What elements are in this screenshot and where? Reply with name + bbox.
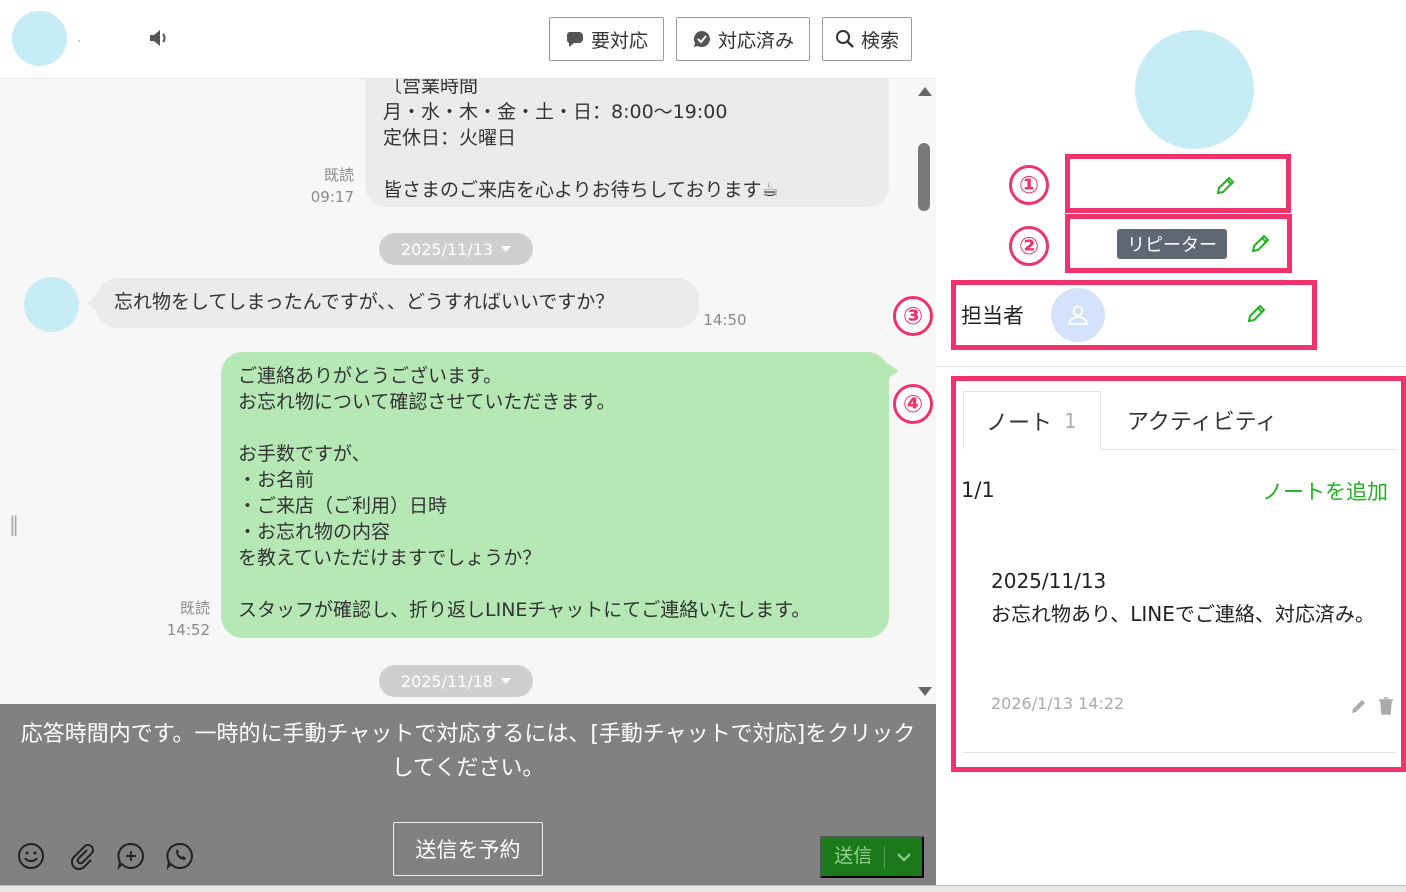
tab-notes[interactable]: ノート 1 <box>963 391 1101 449</box>
highlight-box-name <box>1065 154 1291 213</box>
chat-pane: 要対応 対応済み 検索 〔営業時間 月・水・木・金・土・日：8:00〜19:00… <box>0 0 936 892</box>
note-text: お忘れ物あり、LINEでご連絡、対応済み。 <box>991 602 1375 626</box>
chevron-down-icon <box>501 246 512 252</box>
resolved-button[interactable]: 対応済み <box>676 17 810 61</box>
contact-avatar-small[interactable] <box>24 277 79 332</box>
message-meta: 既読 14:52 <box>156 597 210 641</box>
needs-action-button[interactable]: 要対応 <box>549 17 664 61</box>
message-partial-line: 〔営業時間 <box>383 79 479 97</box>
tag-repeater[interactable]: リピーター <box>1117 229 1227 259</box>
bubble-tail <box>887 363 899 379</box>
scroll-thumb[interactable] <box>918 143 930 211</box>
annotation-number-4: ④ <box>893 384 933 424</box>
send-label: 送信 <box>822 846 886 868</box>
tab-activity[interactable]: アクティビティ <box>1127 391 1277 449</box>
search-label: 検索 <box>860 30 899 52</box>
annotation-number-3: ③ <box>893 296 933 336</box>
note-divider <box>963 752 1395 753</box>
send-button[interactable]: 送信 <box>820 836 924 878</box>
resolved-label: 対応済み <box>717 30 794 52</box>
message-meta: 既読 09:17 <box>300 164 354 208</box>
note-item: 2025/11/13 お忘れ物あり、LINEでご連絡、対応済み。 <box>991 565 1386 631</box>
contact-name-placeholder <box>78 40 80 42</box>
date-label: 2025/11/13 <box>400 239 494 259</box>
message-text: 忘れ物をしてしまったんですが、、どうすればいいですか？ <box>114 291 615 313</box>
window-bottom-edge <box>0 885 1406 892</box>
search-icon <box>835 30 854 48</box>
message-text: ご連絡ありがとうございます。 お忘れ物について確認させていただきます。 お手数で… <box>238 365 811 621</box>
message-time: 14:52 <box>166 621 210 639</box>
date-separator[interactable]: 2025/11/18 <box>379 665 533 697</box>
emoji-icon[interactable] <box>16 841 46 871</box>
message-line: 月・水・木・金・土・日：8:00〜19:00 <box>383 101 728 123</box>
read-status: 既読 <box>323 166 354 184</box>
speech-bubble-icon <box>566 32 583 47</box>
edit-name-pencil-icon[interactable] <box>1214 175 1236 197</box>
contact-avatar[interactable] <box>12 11 67 66</box>
delete-note-trash-icon[interactable] <box>1378 697 1394 715</box>
assignee-avatar[interactable] <box>1051 288 1105 342</box>
note-page-indicator: 1/1 <box>961 478 995 502</box>
speaker-icon[interactable] <box>148 28 170 48</box>
add-note-link[interactable]: ノートを追加 <box>1262 476 1388 506</box>
user-icon <box>1067 305 1089 325</box>
message-list[interactable]: 〔営業時間 月・水・木・金・土・日：8:00〜19:00 定休日：火曜日 皆さま… <box>0 79 936 704</box>
needs-action-label: 要対応 <box>590 30 648 52</box>
edit-assignee-pencil-icon[interactable] <box>1245 303 1267 325</box>
send-options-chevron-icon[interactable] <box>885 852 922 862</box>
tab-notes-count: 1 <box>1064 408 1077 433</box>
message-time: 09:17 <box>310 188 354 206</box>
read-status: 既読 <box>179 599 210 617</box>
scroll-down-arrow[interactable] <box>918 687 932 696</box>
profile-avatar[interactable] <box>1135 30 1254 149</box>
scroll-up-arrow[interactable] <box>918 87 932 96</box>
tab-underline <box>1101 449 1395 450</box>
annotation-number-1: ① <box>1009 165 1049 205</box>
schedule-send-button[interactable]: 送信を予約 <box>393 822 543 876</box>
response-time-notice: 応答時間内です。一時的に手動チャットで対応するには、[手動チャットで対応]をクリ… <box>20 722 916 781</box>
annotation-number-2: ② <box>1009 226 1049 266</box>
tab-activity-label: アクティビティ <box>1127 410 1278 435</box>
date-label: 2025/11/18 <box>400 671 494 691</box>
app-root: 要対応 対応済み 検索 〔営業時間 月・水・木・金・土・日：8:00〜19:00… <box>0 0 1406 892</box>
message-bubble-incoming[interactable]: 〔営業時間 月・水・木・金・土・日：8:00〜19:00 定休日：火曜日 皆さま… <box>365 79 889 207</box>
assignee-label: 担当者 <box>961 304 1024 328</box>
date-separator[interactable]: 2025/11/13 <box>379 233 533 265</box>
schedule-send-label: 送信を予約 <box>415 839 521 862</box>
add-content-icon[interactable] <box>116 841 146 871</box>
tab-notes-label: ノート <box>986 410 1053 436</box>
message-line: 定休日：火曜日 <box>383 127 517 149</box>
message-line: 皆さまのご来店を心よりお待ちしております☕ <box>383 179 779 201</box>
edit-tags-pencil-icon[interactable] <box>1249 233 1271 255</box>
note-date: 2025/11/13 <box>991 569 1107 593</box>
contact-profile-pane: ① ② リピーター ③ 担当者 ④ ノート 1 アクティビティ 1/1 ノートを… <box>893 0 1406 885</box>
search-button[interactable]: 検索 <box>822 17 912 61</box>
call-bubble-icon[interactable] <box>165 841 195 871</box>
section-divider <box>937 366 1406 367</box>
message-bubble-outgoing[interactable]: ご連絡ありがとうございます。 お忘れ物について確認させていただきます。 お手数で… <box>221 352 889 638</box>
attachment-icon[interactable] <box>66 841 96 871</box>
note-timestamp: 2026/1/13 14:22 <box>991 694 1125 713</box>
check-bubble-icon <box>693 30 710 47</box>
resize-handle[interactable]: ‖ <box>9 512 19 536</box>
message-time: 14:50 <box>703 311 747 329</box>
composer-area: 応答時間内です。一時的に手動チャットで対応するには、[手動チャットで対応]をクリ… <box>0 704 936 885</box>
chevron-down-icon <box>501 678 512 684</box>
message-bubble-incoming[interactable]: 忘れ物をしてしまったんですが、、どうすればいいですか？ <box>96 278 699 328</box>
chat-header: 要対応 対応済み 検索 <box>0 0 936 79</box>
edit-note-pencil-icon[interactable] <box>1350 697 1368 715</box>
